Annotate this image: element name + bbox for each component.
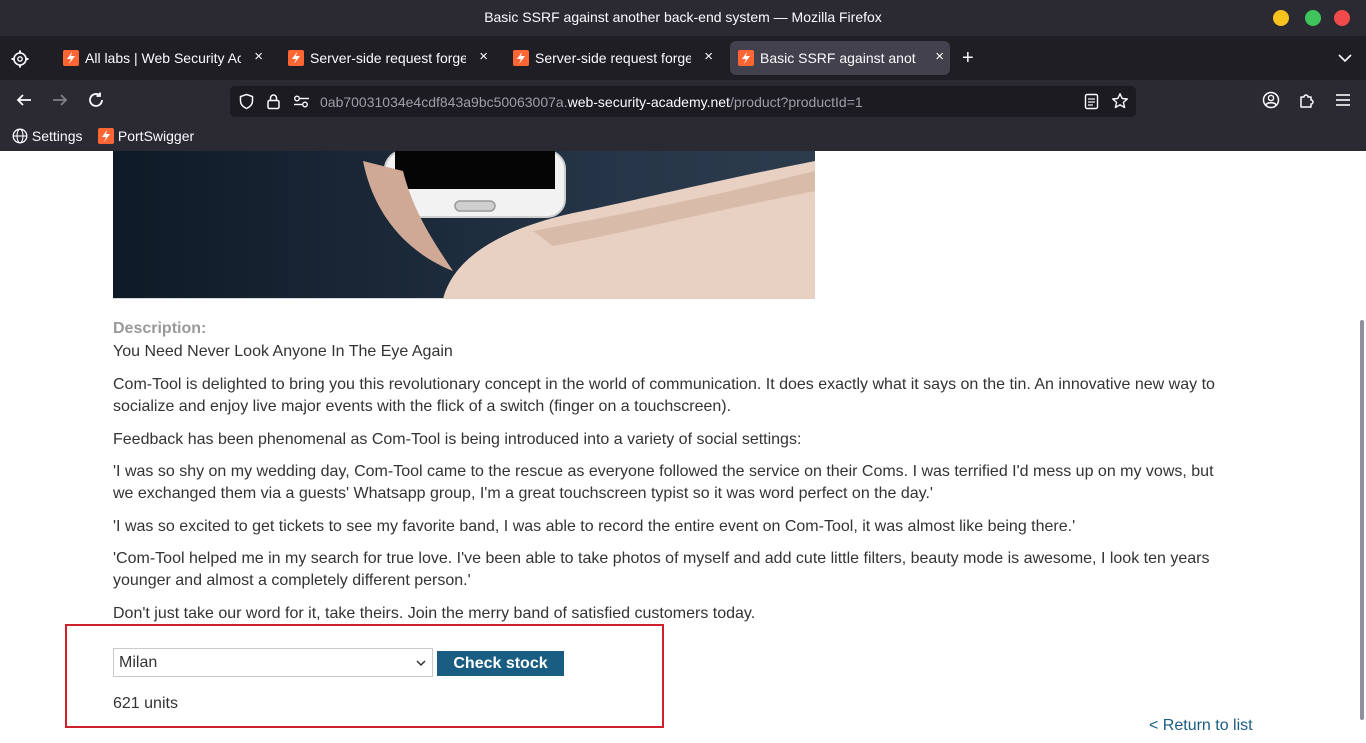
- tab-ssrf-1[interactable]: Server-side request forgery ×: [280, 41, 494, 75]
- close-tab-icon[interactable]: ×: [935, 48, 944, 65]
- bookmark-star-icon[interactable]: [1111, 92, 1129, 110]
- maximize-button[interactable]: [1305, 10, 1321, 26]
- testimonial-paragraph: 'I was so excited to get tickets to see …: [113, 518, 1076, 535]
- portswigger-icon: [513, 50, 529, 66]
- store-select[interactable]: Milan: [113, 648, 433, 677]
- tab-label: Basic SSRF against another back-end syst…: [760, 50, 916, 66]
- menu-icon[interactable]: [1334, 91, 1352, 109]
- bookmark-label: Settings: [31, 128, 83, 144]
- reload-icon[interactable]: [87, 91, 105, 109]
- close-tab-icon[interactable]: ×: [704, 48, 713, 65]
- portswigger-icon: [288, 50, 304, 66]
- page-scrollbar[interactable]: [1360, 320, 1364, 720]
- return-to-list-link[interactable]: < Return to list: [1149, 717, 1253, 735]
- tab-label: Server-side request forgery: [310, 50, 466, 66]
- tab-label: Server-side request forgery: [535, 50, 691, 66]
- portswigger-icon: [98, 128, 114, 144]
- tab-label: All labs | Web Security Academy: [85, 50, 241, 66]
- forward-arrow-icon[interactable]: [51, 91, 69, 109]
- bookmark-label: PortSwigger: [117, 128, 195, 144]
- phone-in-hand-illustration: [363, 151, 815, 299]
- permissions-icon[interactable]: [293, 94, 310, 109]
- globe-icon: [12, 128, 28, 144]
- chevron-down-icon: [416, 660, 426, 667]
- check-stock-button[interactable]: Check stock: [437, 651, 564, 676]
- lock-icon[interactable]: [266, 93, 281, 110]
- account-icon[interactable]: [1262, 91, 1280, 109]
- close-tab-icon[interactable]: ×: [479, 48, 488, 65]
- description-paragraph: Don't just take our word for it, take th…: [113, 605, 756, 622]
- url-text[interactable]: 0ab70031034e4cdf843a9bc50063007a.web-sec…: [320, 94, 863, 110]
- address-bar[interactable]: 0ab70031034e4cdf843a9bc50063007a.web-sec…: [230, 86, 1136, 117]
- description-paragraph: Com-Tool is delighted to bring you this …: [113, 376, 1215, 415]
- url-subdomain: 0ab70031034e4cdf843a9bc50063007a.: [320, 94, 568, 110]
- gear-icon[interactable]: [10, 49, 30, 69]
- new-tab-button[interactable]: +: [962, 47, 974, 70]
- reader-view-icon[interactable]: [1084, 93, 1099, 110]
- close-tab-icon[interactable]: ×: [254, 48, 263, 65]
- url-domain: web-security-academy.net: [567, 94, 730, 110]
- minimize-button[interactable]: [1273, 10, 1289, 26]
- product-image: [113, 151, 815, 299]
- description-label: Description:: [113, 320, 207, 337]
- bookmarks-toolbar: Settings PortSwigger: [0, 122, 1366, 151]
- back-arrow-icon[interactable]: [15, 91, 33, 109]
- extensions-icon[interactable]: [1298, 91, 1316, 109]
- description-paragraph: Feedback has been phenomenal as Com-Tool…: [113, 431, 802, 448]
- tab-basic-ssrf[interactable]: Basic SSRF against another back-end syst…: [730, 41, 950, 75]
- window-title: Basic SSRF against another back-end syst…: [484, 9, 882, 25]
- testimonial-paragraph: 'I was so shy on my wedding day, Com-Too…: [113, 463, 1214, 502]
- bookmark-settings[interactable]: Settings: [12, 128, 82, 144]
- portswigger-icon: [63, 50, 79, 66]
- shield-icon[interactable]: [238, 93, 255, 110]
- store-select-value: Milan: [119, 654, 158, 671]
- tab-all-labs[interactable]: All labs | Web Security Academy ×: [55, 41, 269, 75]
- portswigger-icon: [738, 50, 754, 66]
- window-titlebar: Basic SSRF against another back-end syst…: [0, 0, 1366, 36]
- tab-ssrf-2[interactable]: Server-side request forgery ×: [505, 41, 719, 75]
- stock-result: 621 units: [113, 695, 178, 712]
- url-path: /product?productId=1: [729, 94, 863, 110]
- close-window-button[interactable]: [1334, 10, 1350, 26]
- product-title: You Need Never Look Anyone In The Eye Ag…: [113, 343, 453, 360]
- testimonial-paragraph: 'Com-Tool helped me in my search for tru…: [113, 550, 1210, 589]
- page-content: Description: You Need Never Look Anyone …: [0, 151, 1366, 743]
- bookmark-portswigger[interactable]: PortSwigger: [98, 128, 194, 144]
- chevron-down-icon[interactable]: [1337, 50, 1353, 66]
